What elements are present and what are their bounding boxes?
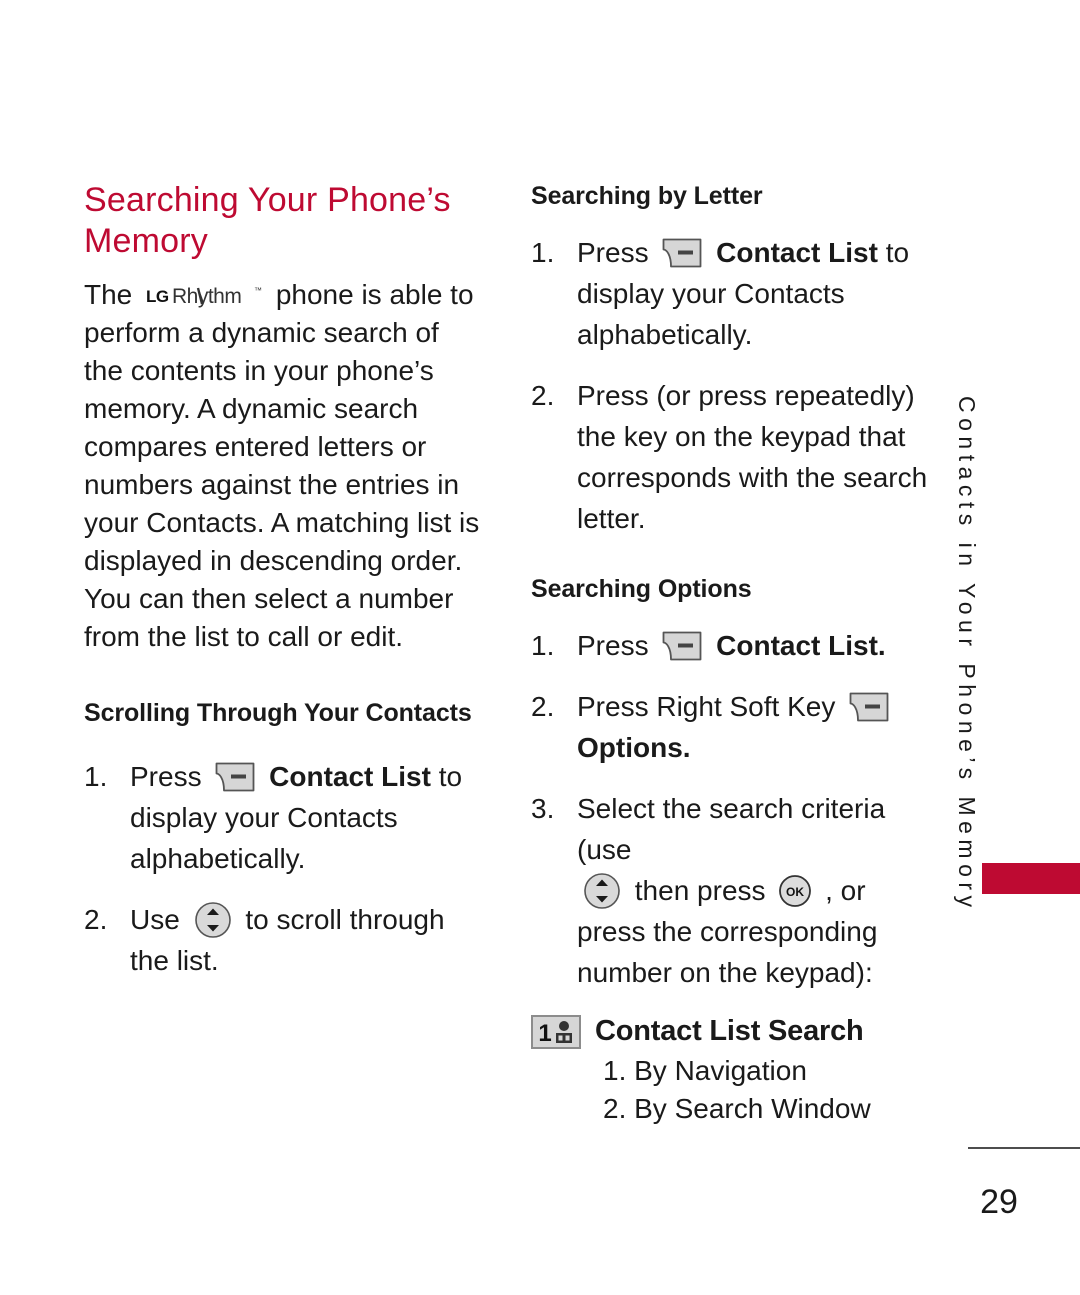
section-heading-scrolling: Scrolling Through Your Contacts	[84, 699, 472, 727]
svg-text:Rhythm: Rhythm	[172, 285, 241, 308]
lg-rhythm-logo: LG Rhythm ™	[146, 280, 264, 308]
soft-key-icon	[215, 762, 255, 792]
step-number: 1.	[84, 761, 108, 792]
step-number: 2.	[531, 380, 555, 411]
section-heading-searching-by-letter: Searching by Letter	[531, 182, 763, 210]
step-number: 2.	[84, 904, 108, 935]
list-item: 1. By Navigation	[603, 1055, 807, 1086]
searching-options-steps-list: 1. Press Contact List. 2. Press Right So…	[531, 625, 931, 993]
soft-key-icon	[849, 692, 889, 722]
soft-key-icon	[662, 238, 702, 268]
svg-text:OK: OK	[786, 885, 804, 899]
section-heading-searching-options: Searching Options	[531, 575, 752, 603]
running-head: Contacts in Your Phone’s Memory	[954, 396, 980, 913]
scrolling-steps-list: 1. Press Contact List to display your Co…	[84, 756, 484, 981]
list-item: 3. Select the search criteria (use then …	[531, 788, 931, 993]
step-prefix: Select the search criteria (use	[577, 793, 886, 865]
intro-body: phone is able to perform a dynamic searc…	[84, 279, 480, 652]
list-item: 2. Press Right Soft Key Options.	[531, 686, 931, 768]
step-prefix: Press	[577, 237, 649, 268]
page-title: Searching Your Phone’s Memory	[84, 181, 451, 260]
svg-text:LG: LG	[146, 287, 169, 306]
step-prefix: Use	[130, 904, 180, 935]
svg-text:1: 1	[538, 1020, 551, 1047]
step-prefix: Press	[577, 630, 649, 661]
step-number: 1.	[531, 237, 555, 268]
contact-list-search-block: 1 Contact List Search 1. By Navigation 2…	[531, 1011, 931, 1128]
navigation-wheel-icon	[194, 901, 232, 939]
manual-page: Searching Your Phone’s Memory The LG Rhy…	[0, 0, 1080, 1295]
list-item: 1. Press Contact List.	[531, 625, 931, 666]
soft-key-icon	[662, 631, 702, 661]
list-item: 2. Press (or press repeatedly) the key o…	[531, 375, 931, 539]
right-column: Searching by Letter 1. Press Contact Lis…	[531, 180, 931, 1128]
svg-text:™: ™	[254, 286, 262, 295]
intro-paragraph: The LG Rhythm ™ phone is able to perform…	[84, 276, 484, 656]
searching-by-letter-steps-list: 1. Press Contact List to display your Co…	[531, 232, 931, 539]
step-mid-text: then press	[634, 875, 766, 906]
contact-list-search-title: Contact List Search	[595, 1015, 864, 1047]
step-prefix: Press (or press repeatedly) the key on t…	[577, 380, 928, 534]
navigation-wheel-icon	[583, 872, 621, 910]
step-prefix: Press Right Soft Key	[577, 691, 836, 722]
contact-list-search-title-row: 1 Contact List Search	[531, 1011, 931, 1052]
step-bold-label: Contact List	[716, 237, 878, 268]
step-bold-label: Options.	[577, 732, 691, 763]
step-bold-label: Contact List	[269, 761, 431, 792]
ok-key-icon: OK	[778, 874, 812, 908]
intro-prefix: The	[84, 279, 133, 310]
list-item: 2. Use to scroll through the list.	[84, 899, 484, 981]
contact-list-search-options: 1. By Navigation 2. By Search Window	[531, 1052, 931, 1128]
page-number: 29	[980, 1183, 1018, 1221]
step-number: 2.	[531, 691, 555, 722]
step-prefix: Press	[130, 761, 202, 792]
step-number: 3.	[531, 793, 555, 824]
footer-divider	[968, 1147, 1080, 1149]
step-bold-label: Contact List.	[716, 630, 886, 661]
list-item: 1. Press Contact List to display your Co…	[531, 232, 931, 355]
keypad-key-1-icon: 1	[531, 1014, 581, 1049]
left-column: Searching Your Phone’s Memory The LG Rhy…	[84, 180, 484, 981]
list-item: 2. By Search Window	[603, 1093, 871, 1124]
chapter-tab-marker	[982, 863, 1080, 894]
list-item: 1. Press Contact List to display your Co…	[84, 756, 484, 879]
step-number: 1.	[531, 630, 555, 661]
